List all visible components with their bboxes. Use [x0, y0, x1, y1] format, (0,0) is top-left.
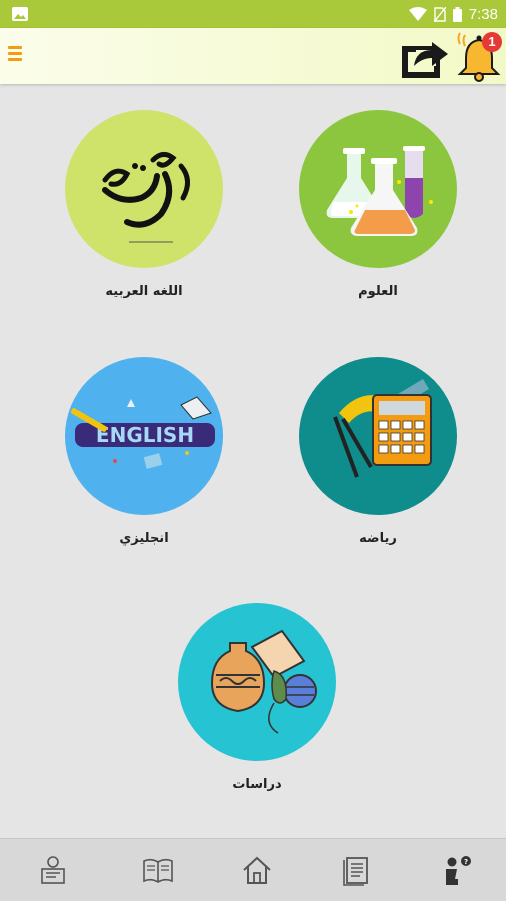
notebook-icon[interactable]	[340, 853, 374, 887]
menu-button[interactable]	[8, 43, 26, 67]
svg-text:?: ?	[464, 858, 468, 866]
status-time: 7:38	[468, 5, 498, 23]
arabic-calligraphy-icon	[102, 152, 190, 243]
gallery-icon	[12, 7, 28, 21]
subject-label: رياضه	[359, 531, 397, 546]
english-word-art-icon: ENGLISH	[70, 396, 215, 469]
subject-label: العلوم	[358, 284, 398, 299]
hamburger-menu-icon	[8, 46, 22, 49]
notifications-button[interactable]: 1	[454, 30, 504, 82]
student-question-icon[interactable]: ?	[440, 853, 474, 887]
wifi-icon	[408, 7, 427, 21]
battery-icon	[452, 6, 462, 22]
subject-english[interactable]: ENGLISH انجليزي	[59, 357, 229, 546]
status-bar: 7:38	[0, 0, 506, 28]
subject-math[interactable]: رياضه	[293, 357, 463, 546]
subject-label: انجليزي	[119, 531, 169, 546]
open-book-icon[interactable]	[141, 853, 175, 887]
teacher-board-icon[interactable]	[36, 853, 70, 887]
subject-label: دراسات	[232, 777, 282, 792]
lab-flasks-icon	[326, 146, 433, 236]
no-sim-icon	[433, 6, 446, 22]
history-artifacts-icon	[210, 629, 317, 734]
subject-label: اللغه العربيه	[105, 284, 183, 299]
notification-badge: 1	[482, 32, 502, 52]
subject-arabic[interactable]: اللغه العربيه	[59, 110, 229, 299]
share-icon[interactable]	[398, 32, 450, 80]
subject-science[interactable]: العلوم	[293, 110, 463, 299]
bottom-nav: ?	[0, 838, 506, 901]
subject-studies[interactable]: دراسات	[172, 603, 342, 792]
svg-text:ENGLISH: ENGLISH	[96, 423, 194, 447]
app-bar: 1	[0, 28, 506, 84]
home-icon[interactable]	[240, 853, 274, 887]
calculator-geometry-icon	[333, 379, 432, 478]
